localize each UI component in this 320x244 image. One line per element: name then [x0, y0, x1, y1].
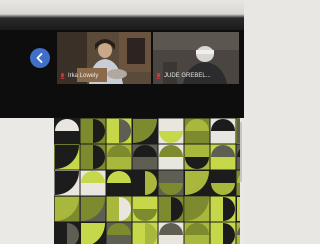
- quilt-block: [54, 118, 80, 144]
- quilt-block: [158, 196, 184, 222]
- quilt-block: [236, 196, 240, 222]
- monitor-bezel: [0, 0, 244, 34]
- quilt-block: [184, 144, 210, 170]
- quilt-block: [54, 222, 80, 244]
- quilt-block: [80, 118, 106, 144]
- mic-muted-icon: [156, 72, 161, 79]
- participant-name: JUDE GREBEL...: [164, 73, 211, 79]
- participant-name-bar: JUDE GREBEL...: [156, 70, 211, 82]
- back-arrow-icon: [36, 53, 43, 63]
- quilt-block: [210, 222, 236, 244]
- quilt-block: [158, 118, 184, 144]
- quilt-block: [184, 170, 210, 196]
- quilt-block: [210, 118, 236, 144]
- quilt-block: [106, 222, 132, 244]
- quilt-block: [132, 144, 158, 170]
- participant-name-bar: Irka Lowely: [60, 70, 98, 82]
- quilt-block: [106, 144, 132, 170]
- mic-muted-icon: [60, 72, 65, 79]
- participant-name: Irka Lowely: [68, 73, 99, 79]
- quilt-block: [236, 144, 240, 170]
- quilt-block: [80, 144, 106, 170]
- quilt-block: [158, 144, 184, 170]
- quilt-block: [80, 222, 106, 244]
- quilt-block: [106, 170, 132, 196]
- quilt-pattern: [54, 118, 240, 244]
- back-button[interactable]: [30, 48, 50, 68]
- quilt-block: [236, 222, 240, 244]
- quilt-block: [158, 170, 184, 196]
- quilt-block: [184, 222, 210, 244]
- quilt-block: [158, 222, 184, 244]
- quilt-block: [54, 144, 80, 170]
- quilt-block: [54, 196, 80, 222]
- quilt-block: [184, 196, 210, 222]
- quilt-block: [80, 196, 106, 222]
- quilt-block: [106, 196, 132, 222]
- quilt-block: [184, 118, 210, 144]
- quilt-block: [236, 170, 240, 196]
- quilt-block: [132, 118, 158, 144]
- quilt-block: [236, 118, 240, 144]
- quilt-block: [80, 170, 106, 196]
- quilt-block: [54, 170, 80, 196]
- quilt-block: [210, 196, 236, 222]
- quilt-block: [210, 170, 236, 196]
- quilt-block: [106, 118, 132, 144]
- quilt-block: [132, 196, 158, 222]
- quilt-block: [132, 222, 158, 244]
- shared-quilt-pattern-image: [54, 118, 240, 244]
- quilt-block: [210, 144, 236, 170]
- quilt-block: [132, 170, 158, 196]
